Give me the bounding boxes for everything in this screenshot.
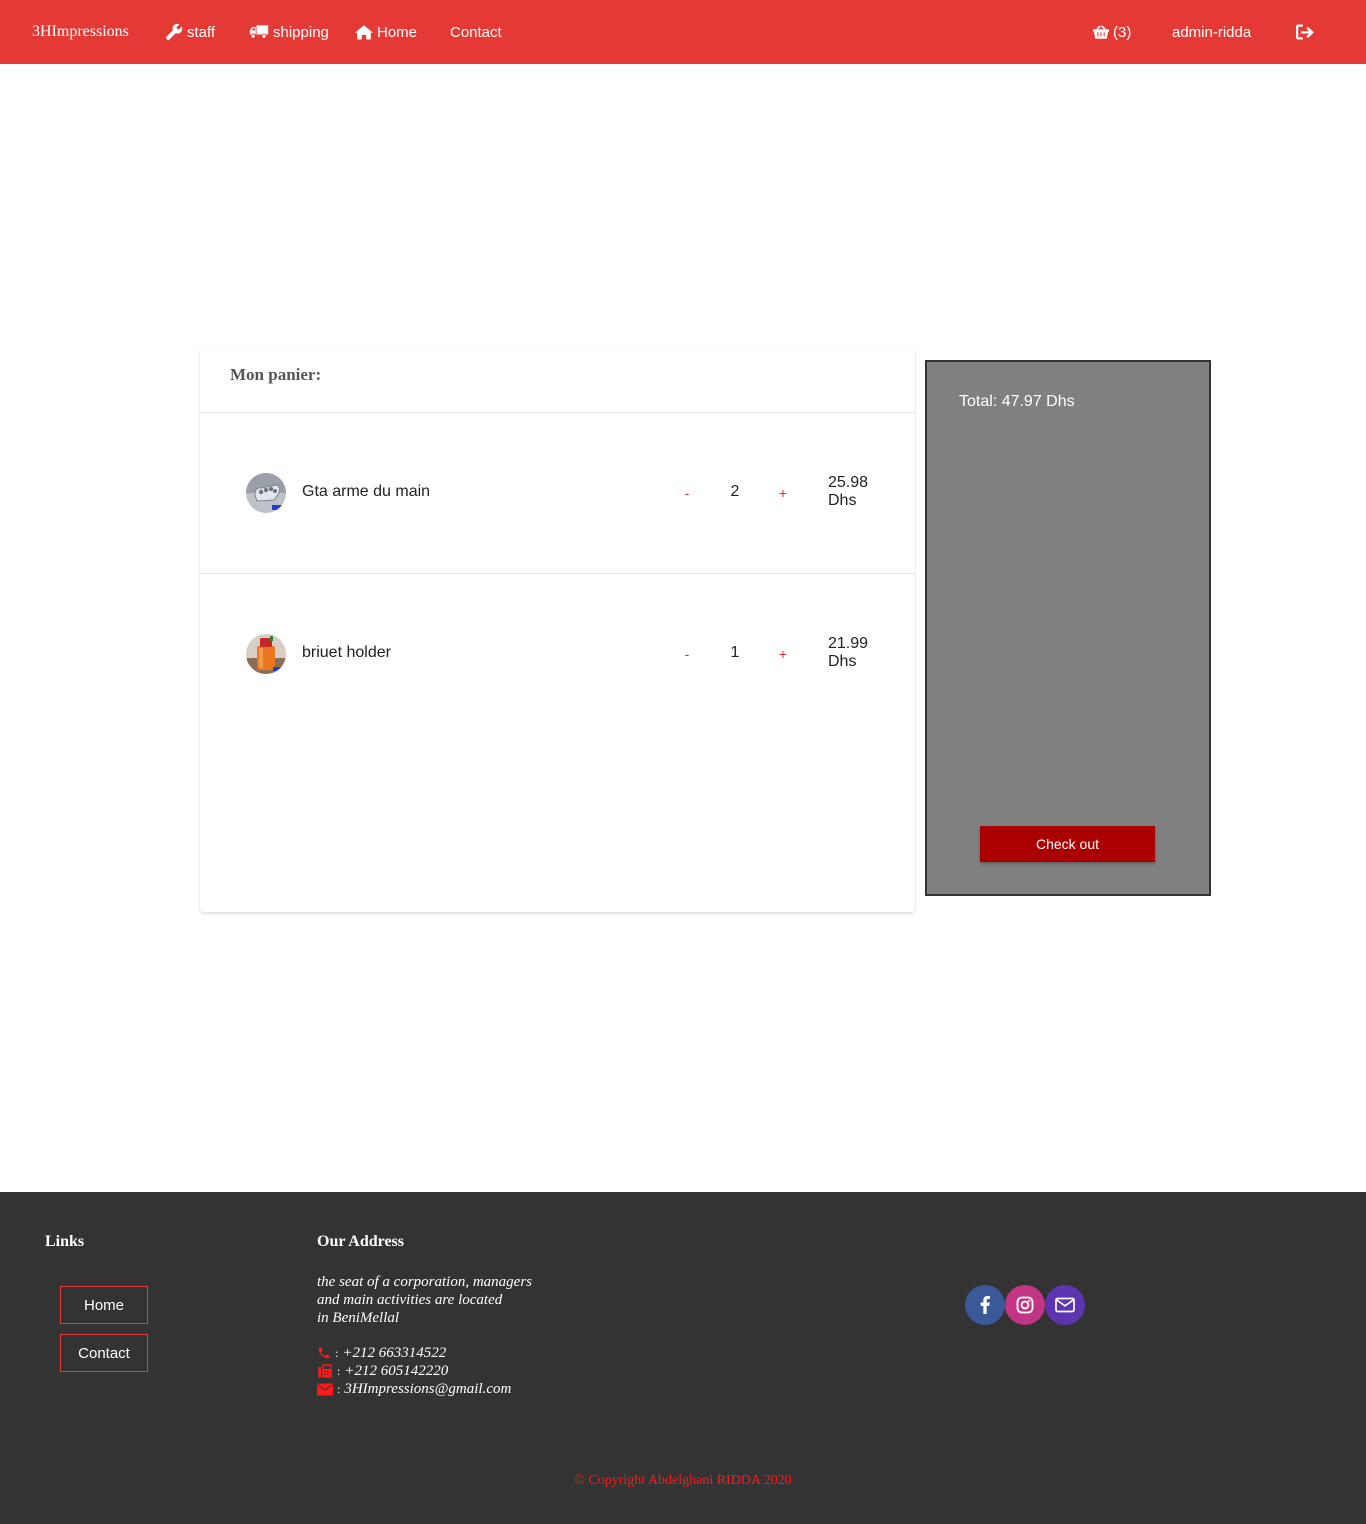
cart-total: Total: 47.97 Dhs xyxy=(959,393,1075,410)
quantity-value: 1 xyxy=(730,644,740,661)
price-amount: 21.99 xyxy=(828,635,869,652)
separator: : xyxy=(337,1381,341,1396)
increase-qty-button[interactable]: + xyxy=(778,646,788,662)
email-address: 3HImpressions@gmail.com xyxy=(344,1380,512,1397)
site-footer: Links Home Contact Our Address the seat … xyxy=(0,1192,1366,1524)
separator: : xyxy=(335,1345,339,1360)
footer-home-link[interactable]: Home xyxy=(60,1286,148,1324)
address-text: the seat of a corporation, managers and … xyxy=(317,1273,577,1327)
logout-button[interactable] xyxy=(1296,0,1314,64)
product-thumbnail xyxy=(246,473,286,513)
product-price: 21.99 Dhs xyxy=(828,635,868,671)
cart-title: Mon panier: xyxy=(230,365,322,384)
product-name: briuet holder xyxy=(302,644,391,661)
price-amount: 25.98 xyxy=(828,474,869,491)
nav-contact-label[interactable]: Contact xyxy=(450,24,502,41)
email-link[interactable] xyxy=(1045,1285,1085,1325)
cart-count[interactable]: (3) xyxy=(1113,24,1131,41)
checkout-button[interactable]: Check out xyxy=(980,826,1155,862)
home-icon xyxy=(355,24,373,40)
nav-home-label[interactable]: Home xyxy=(377,24,417,41)
sign-out-icon[interactable] xyxy=(1296,24,1314,40)
copyright-text: © Copyright Abdelghani RIDDA 2020 xyxy=(574,1473,792,1488)
envelope-icon xyxy=(317,1383,333,1396)
footer-links-heading: Links xyxy=(45,1233,85,1250)
instagram-link[interactable] xyxy=(1005,1285,1045,1325)
decrease-qty-button[interactable]: - xyxy=(682,646,692,662)
fax-line: : +212 605142220 xyxy=(317,1362,448,1380)
wrench-icon xyxy=(165,23,183,41)
nav-staff-link[interactable]: staff xyxy=(165,0,215,64)
order-summary-panel: Total: 47.97 Dhs Check out xyxy=(925,360,1211,896)
product-name: Gta arme du main xyxy=(302,483,431,500)
phone-number: +212 663314522 xyxy=(342,1344,447,1361)
phone-line: : +212 663314522 xyxy=(317,1344,446,1362)
nav-user-link[interactable]: admin-ridda xyxy=(1172,0,1251,64)
basket-icon xyxy=(1093,25,1109,39)
price-currency: Dhs xyxy=(828,653,857,670)
cart-item-row: briuet holder - 1 + 21.99 Dhs xyxy=(200,574,915,735)
fax-icon xyxy=(317,1363,333,1379)
instagram-icon xyxy=(1016,1296,1034,1314)
truck-icon xyxy=(249,24,269,40)
nav-shipping-label[interactable]: shipping xyxy=(273,24,329,41)
nav-staff-label[interactable]: staff xyxy=(187,24,215,41)
footer-address-heading: Our Address xyxy=(317,1233,404,1250)
top-navbar: 3HImpressions staff shipping Home Contac… xyxy=(0,0,1366,64)
product-thumbnail xyxy=(246,634,286,674)
facebook-link[interactable] xyxy=(965,1285,1005,1325)
nav-cart-link[interactable]: (3) xyxy=(1093,0,1131,64)
address-line: the seat of a corporation, managers xyxy=(317,1274,532,1290)
brand-logo[interactable]: 3HImpressions xyxy=(32,0,129,64)
fax-number: +212 605142220 xyxy=(344,1362,449,1379)
cart-item-row: Gta arme du main - 2 + 25.98 Dhs xyxy=(200,413,915,574)
address-line: in BeniMellal xyxy=(317,1310,400,1326)
increase-qty-button[interactable]: + xyxy=(778,485,788,501)
price-currency: Dhs xyxy=(828,492,857,509)
product-price: 25.98 Dhs xyxy=(828,474,868,510)
nav-home-link[interactable]: Home xyxy=(355,0,417,64)
quantity-value: 2 xyxy=(730,483,740,500)
email-line: : 3HImpressions@gmail.com xyxy=(317,1380,511,1398)
nav-contact-link[interactable]: Contact xyxy=(450,0,502,64)
footer-contact-link[interactable]: Contact xyxy=(60,1334,148,1372)
facebook-icon xyxy=(979,1296,991,1314)
user-name[interactable]: admin-ridda xyxy=(1172,24,1251,41)
decrease-qty-button[interactable]: - xyxy=(682,485,692,501)
separator: : xyxy=(337,1363,341,1378)
cart-card: Mon panier: Gta arme du main - 2 + 25.98… xyxy=(200,347,915,912)
nav-shipping-link[interactable]: shipping xyxy=(249,0,329,64)
phone-icon xyxy=(317,1346,331,1360)
envelope-icon xyxy=(1055,1297,1075,1313)
address-line: and main activities are located xyxy=(317,1292,503,1308)
brand-name[interactable]: 3HImpressions xyxy=(32,23,129,41)
